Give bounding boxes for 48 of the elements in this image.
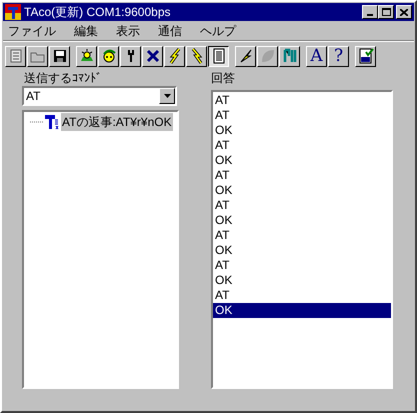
response-row[interactable]: OK [213, 183, 391, 198]
new-icon [8, 48, 24, 64]
response-row[interactable]: AT [213, 258, 391, 273]
section-label: 送信するｺﾏﾝﾄﾞ [23, 70, 103, 86]
app-icon [5, 4, 21, 20]
menu-item[interactable]: ファイル [6, 22, 58, 40]
section-label: 回答 [211, 70, 236, 86]
face-icon [100, 48, 116, 64]
response-row[interactable]: OK [213, 213, 391, 228]
delete-icon [144, 48, 160, 64]
menu-item[interactable]: 編集 [72, 22, 100, 40]
window-title: TAco(更新) COM1:9600bps [24, 4, 170, 21]
dropdown-button[interactable] [159, 88, 175, 104]
log-icon [358, 48, 374, 64]
toolbar-button[interactable] [208, 46, 229, 66]
response-row[interactable]: AT [213, 138, 391, 153]
minimize-button[interactable] [362, 5, 378, 19]
tree-item[interactable]: ATの返事:AT¥r¥nOK [61, 113, 173, 131]
sun-icon [78, 48, 94, 64]
response-row[interactable]: OK [213, 123, 391, 138]
response-row[interactable]: AT [213, 93, 391, 108]
response-row[interactable]: OK [213, 273, 391, 288]
close-button[interactable] [396, 5, 412, 19]
toolbar-button[interactable]: A [306, 46, 327, 66]
response-row[interactable]: AT [213, 108, 391, 123]
maximize-icon [382, 8, 390, 16]
menu-item[interactable]: 表示 [114, 22, 142, 40]
toolbar-button[interactable]: ? [328, 46, 349, 66]
save-icon [52, 48, 68, 64]
response-row[interactable]: OK [213, 153, 391, 168]
combo-value: AT [25, 88, 42, 105]
response-row[interactable]: AT [213, 198, 391, 213]
command-combo[interactable]: AT [22, 86, 177, 106]
leaf-icon [260, 48, 276, 64]
caret-icon [164, 94, 170, 98]
response-row[interactable]: OK [213, 243, 391, 258]
close-icon [400, 8, 408, 16]
response-row[interactable]: AT [213, 288, 391, 303]
document-icon [210, 48, 226, 64]
bolt-icon [238, 48, 254, 64]
menu-item[interactable]: 通信 [156, 22, 184, 40]
tree-line [30, 121, 44, 123]
minimize-icon [367, 14, 373, 16]
menu-item[interactable]: ヘルプ [198, 22, 238, 40]
response-row[interactable]: AT [213, 168, 391, 183]
maximize-button[interactable] [378, 5, 394, 19]
response-row[interactable]: OK [213, 303, 391, 318]
response-row[interactable]: AT [213, 228, 391, 243]
